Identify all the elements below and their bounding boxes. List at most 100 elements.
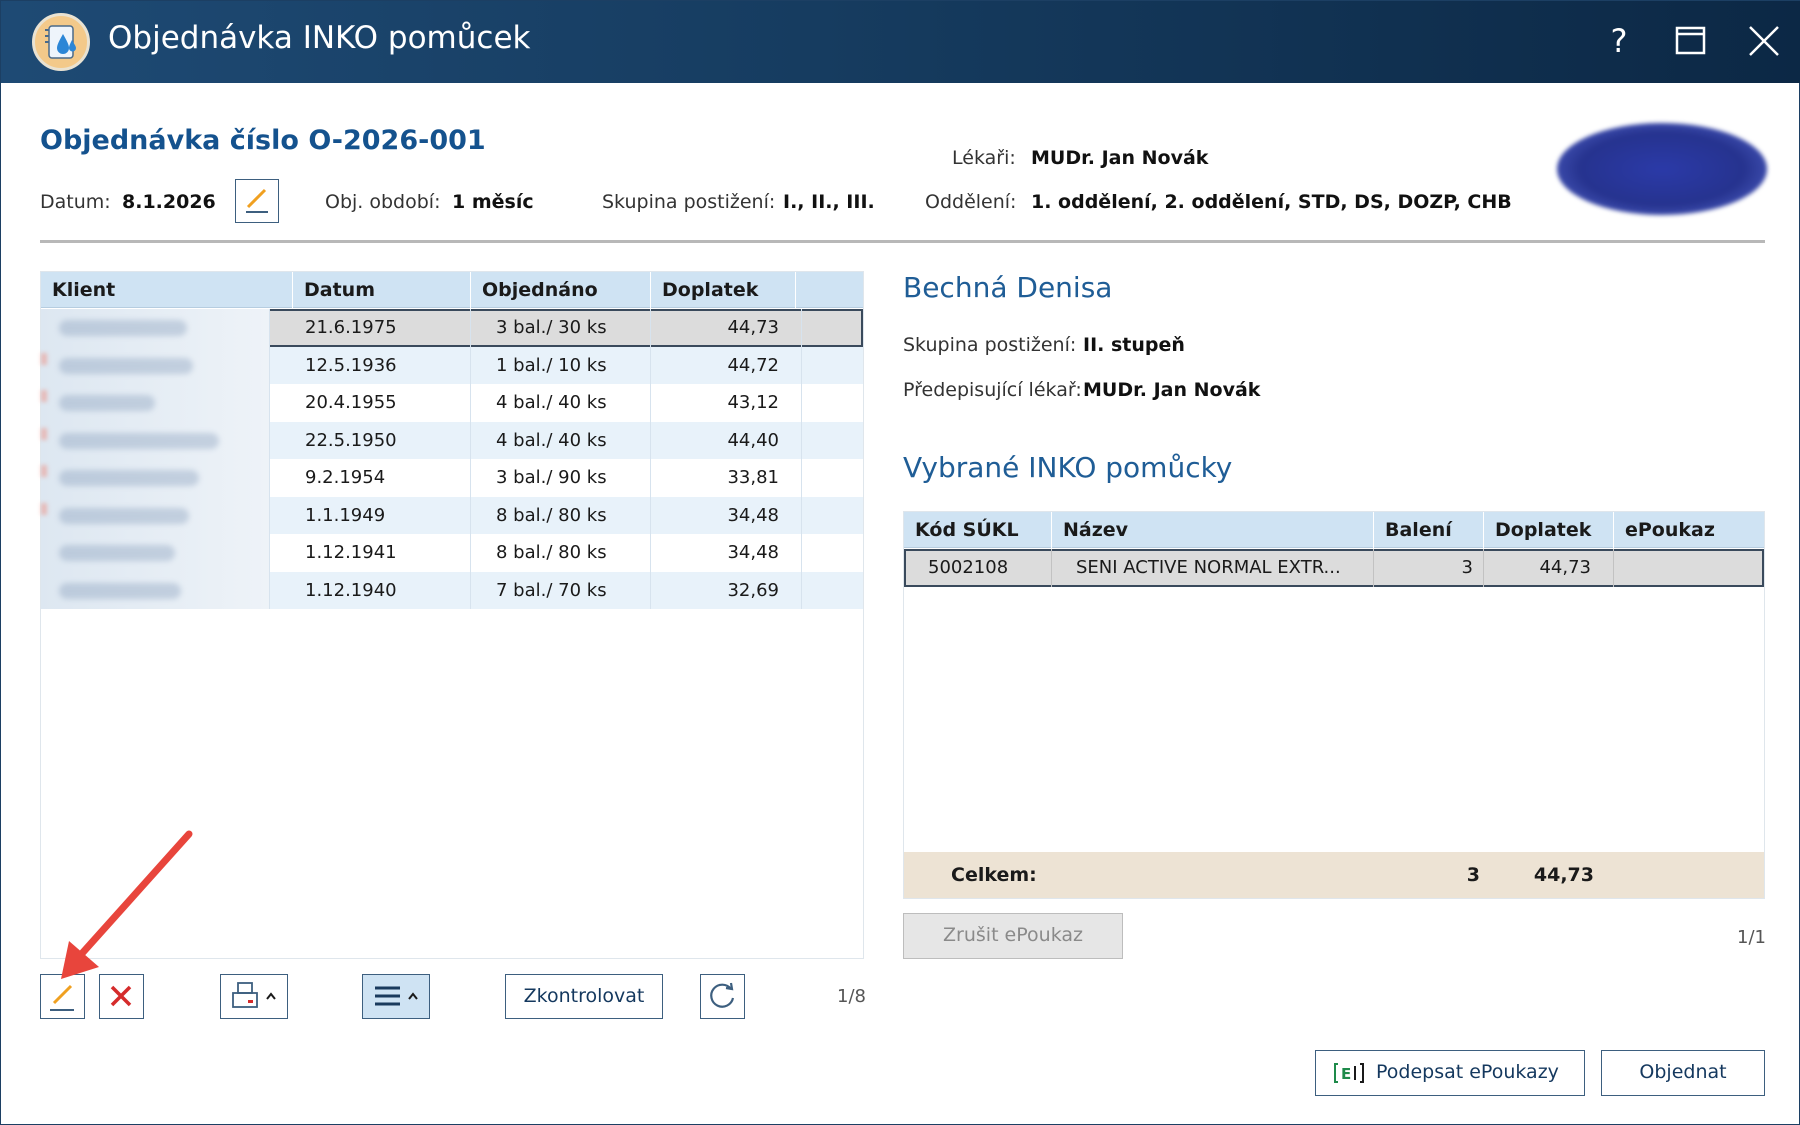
refresh-button[interactable] — [700, 974, 745, 1019]
redacted-name — [59, 582, 181, 599]
menu-button[interactable] — [362, 974, 430, 1019]
col-item-copay[interactable]: Doplatek — [1484, 512, 1614, 548]
item-packs: 3 — [1374, 549, 1484, 587]
client-name-cell — [41, 384, 270, 422]
edit-button[interactable] — [40, 974, 85, 1019]
delete-x-icon — [110, 985, 132, 1007]
client-birth: 20.4.1955 — [270, 384, 471, 422]
clients-table: Klient Datum narození Objednáno Doplatek… — [40, 271, 864, 959]
departments-value: 1. oddělení, 2. oddělení, STD, DS, DOZP,… — [1031, 191, 1512, 213]
client-name-cell — [41, 496, 270, 534]
client-extra-cell — [802, 572, 863, 610]
redacted-name — [59, 545, 175, 561]
items-table-header: Kód SÚKL Název Balení Doplatek ePoukaz — [904, 512, 1764, 548]
client-copay: 44,72 — [651, 346, 802, 384]
print-menu-button[interactable] — [220, 974, 288, 1019]
client-row[interactable]: 9.2.1954 3 bal./ 90 ks 33,81 — [41, 459, 863, 497]
client-extra-cell — [802, 534, 863, 572]
col-birth[interactable]: Datum narození — [293, 272, 471, 337]
clients-table-header: Klient Datum narození Objednáno Doplatek — [41, 272, 863, 337]
client-birth: 1.1.1949 — [270, 496, 471, 534]
sign-epoukazy-label: Podepsat ePoukazy — [1376, 1061, 1559, 1083]
date-label: Datum: — [40, 191, 111, 213]
client-row[interactable]: 22.5.1950 4 bal./ 40 ks 44,40 — [41, 421, 863, 460]
client-name-cell — [41, 421, 270, 459]
item-row[interactable]: 5002108 SENI ACTIVE NORMAL EXTR... 3 44,… — [904, 549, 1764, 587]
col-name[interactable]: Název — [1052, 512, 1374, 548]
items-table: Kód SÚKL Název Balení Doplatek ePoukaz 5… — [903, 511, 1765, 899]
doctors-value: MUDr. Jan Novák — [1031, 147, 1209, 169]
client-name-cell — [41, 346, 270, 384]
client-name-cell — [41, 459, 270, 497]
client-birth: 21.6.1975 — [270, 309, 471, 347]
status-marker — [41, 427, 47, 440]
client-birth: 9.2.1954 — [270, 459, 471, 497]
client-ordered: 8 bal./ 80 ks — [471, 534, 651, 572]
client-row[interactable]: 21.6.1975 3 bal./ 30 ks 44,73 — [41, 309, 863, 347]
window-title: Objednávka INKO pomůcek — [108, 20, 531, 56]
group-value: I., II., III. — [783, 191, 875, 213]
title-bar: Objednávka INKO pomůcek ? — [1, 1, 1800, 83]
maximize-icon[interactable] — [1671, 21, 1711, 61]
col-copay[interactable]: Doplatek — [651, 272, 796, 308]
client-birth: 22.5.1950 — [270, 421, 471, 459]
redacted-name — [59, 432, 219, 449]
svg-text:E: E — [1341, 1065, 1351, 1083]
status-marker — [41, 352, 47, 365]
col-epoukaz[interactable]: ePoukaz — [1614, 512, 1764, 548]
col-sukl[interactable]: Kód SÚKL — [904, 512, 1052, 548]
client-row[interactable]: 1.1.1949 8 bal./ 80 ks 34,48 — [41, 496, 863, 534]
redacted-name — [59, 320, 187, 336]
check-button[interactable]: Zkontrolovat — [505, 974, 663, 1019]
client-row[interactable]: 20.4.1955 4 bal./ 40 ks 43,12 — [41, 384, 863, 422]
client-row[interactable]: 1.12.1941 8 bal./ 80 ks 34,48 — [41, 534, 863, 572]
edit-date-button[interactable] — [235, 179, 279, 223]
col-packs[interactable]: Balení — [1374, 512, 1484, 548]
col-ordered[interactable]: Objednáno — [471, 272, 651, 308]
client-copay: 44,73 — [651, 309, 802, 347]
pencil-icon — [246, 188, 268, 213]
help-icon[interactable]: ? — [1599, 21, 1639, 61]
close-icon[interactable] — [1744, 21, 1784, 61]
col-client[interactable]: Klient — [41, 272, 293, 308]
date-value: 8.1.2026 — [122, 191, 216, 213]
client-birth: 12.5.1936 — [270, 346, 471, 384]
client-row[interactable]: 12.5.1936 1 bal./ 10 ks 44,72 — [41, 346, 863, 384]
period-value: 1 měsíc — [452, 191, 534, 213]
cancel-epoukaz-button[interactable]: Zrušit ePoukaz — [903, 913, 1123, 959]
client-row[interactable]: 1.12.1940 7 bal./ 70 ks 32,69 — [41, 571, 863, 610]
status-marker — [41, 390, 47, 402]
doctors-label: Lékaři: — [952, 147, 1016, 169]
client-ordered: 1 bal./ 10 ks — [471, 346, 651, 384]
client-copay: 43,12 — [651, 384, 802, 422]
item-epoukaz — [1614, 549, 1764, 587]
redacted-name — [59, 357, 193, 374]
hamburger-icon — [375, 986, 418, 1006]
client-copay: 44,40 — [651, 421, 802, 459]
client-extra-cell — [802, 309, 863, 347]
refresh-icon — [710, 982, 735, 1008]
order-title: Objednávka číslo O-2026-001 — [40, 125, 486, 156]
divider — [40, 240, 1765, 243]
sign-epoukazy-button[interactable]: E Podepsat ePoukazy — [1315, 1050, 1585, 1096]
items-pager: 1/1 — [1737, 927, 1766, 948]
order-button[interactable]: Objednat — [1601, 1050, 1765, 1096]
items-title: Vybrané INKO pomůcky — [903, 451, 1233, 484]
facility-logo — [1557, 123, 1767, 215]
status-marker — [41, 465, 47, 477]
item-copay: 44,73 — [1484, 549, 1614, 587]
client-extra-cell — [802, 459, 863, 497]
delete-button[interactable] — [99, 974, 144, 1019]
client-ordered: 4 bal./ 40 ks — [471, 421, 651, 459]
pencil-icon — [50, 984, 74, 1011]
printer-icon — [232, 982, 276, 1008]
client-name-cell — [41, 534, 270, 572]
client-ordered: 8 bal./ 80 ks — [471, 496, 651, 534]
client-extra-cell — [802, 422, 863, 460]
client-copay: 33,81 — [651, 459, 802, 497]
client-group-value: II. stupeň — [1083, 334, 1185, 356]
client-birth: 1.12.1940 — [270, 571, 471, 609]
redacted-name — [59, 470, 199, 486]
item-code: 5002108 — [904, 549, 1052, 587]
order-window: Objednávka INKO pomůcek ? Objednávka čís… — [0, 0, 1800, 1125]
